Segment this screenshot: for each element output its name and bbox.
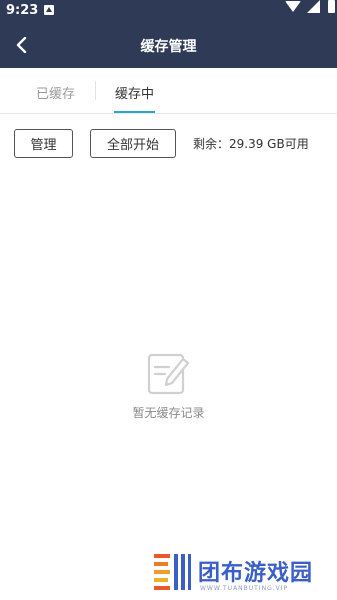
watermark: 团布游戏园 WWW.TUANBUTING.VIP: [152, 552, 337, 600]
edit-note-icon: [147, 353, 189, 395]
page-title: 缓存管理: [140, 39, 197, 55]
notification-icon: [44, 5, 54, 15]
watermark-title: 团布游戏园: [198, 561, 314, 586]
manage-button[interactable]: 管理: [14, 129, 73, 158]
tab-caching[interactable]: 缓存中: [115, 83, 154, 102]
watermark-subtitle: WWW.TUANBUTING.VIP: [200, 585, 289, 592]
app-header: 9:23 缓存管理: [0, 0, 337, 68]
start-all-button[interactable]: 全部开始: [90, 129, 176, 158]
signal-icon: [307, 0, 320, 13]
status-bar: 9:23: [0, 0, 337, 22]
watermark-logo-icon: [154, 554, 191, 590]
cache-toolbar: 管理 全部开始 剩余：29.39 GB可用: [0, 114, 337, 174]
active-tab-indicator: [114, 111, 155, 113]
battery-icon: [328, 0, 335, 13]
wifi-icon: [285, 1, 301, 12]
status-time: 9:23: [6, 3, 39, 18]
tab-cached[interactable]: 已缓存: [36, 83, 75, 102]
empty-state-text: 暂无缓存记录: [132, 406, 205, 420]
tab-bar: 已缓存 缓存中: [0, 68, 337, 114]
storage-remaining: 剩余：29.39 GB可用: [193, 137, 309, 151]
tab-divider: [95, 81, 96, 100]
